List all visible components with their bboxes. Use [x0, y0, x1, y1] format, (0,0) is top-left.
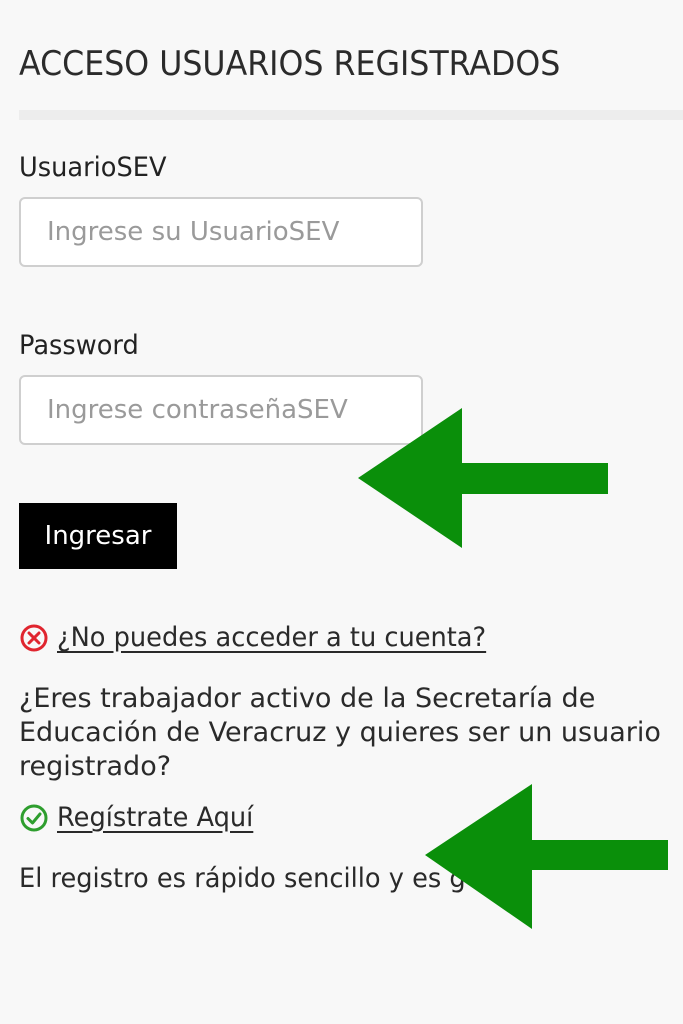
x-circle-icon — [20, 624, 48, 651]
check-circle-icon — [20, 804, 48, 831]
page-title: ACCESO USUARIOS REGISTRADOS — [19, 44, 561, 84]
registration-note: El registro es rápido sencillo y es g — [19, 863, 466, 894]
login-page: ACCESO USUARIOS REGISTRADOS UsuarioSEV P… — [0, 0, 683, 1024]
forgot-account-row: ¿No puedes acceder a tu cuenta? — [19, 622, 509, 653]
username-input[interactable] — [19, 197, 423, 267]
left-arrow-icon — [425, 784, 668, 929]
username-label: UsuarioSEV — [19, 152, 167, 183]
password-input[interactable] — [19, 375, 423, 445]
password-label: Password — [19, 330, 139, 361]
title-divider — [19, 110, 683, 120]
ingresar-button[interactable]: Ingresar — [19, 503, 177, 569]
register-row: Regístrate Aquí — [19, 802, 264, 833]
registration-question: ¿Eres trabajador activo de la Secretaría… — [19, 683, 661, 782]
register-link[interactable]: Regístrate Aquí — [57, 802, 253, 833]
forgot-account-link[interactable]: ¿No puedes acceder a tu cuenta? — [57, 622, 486, 653]
